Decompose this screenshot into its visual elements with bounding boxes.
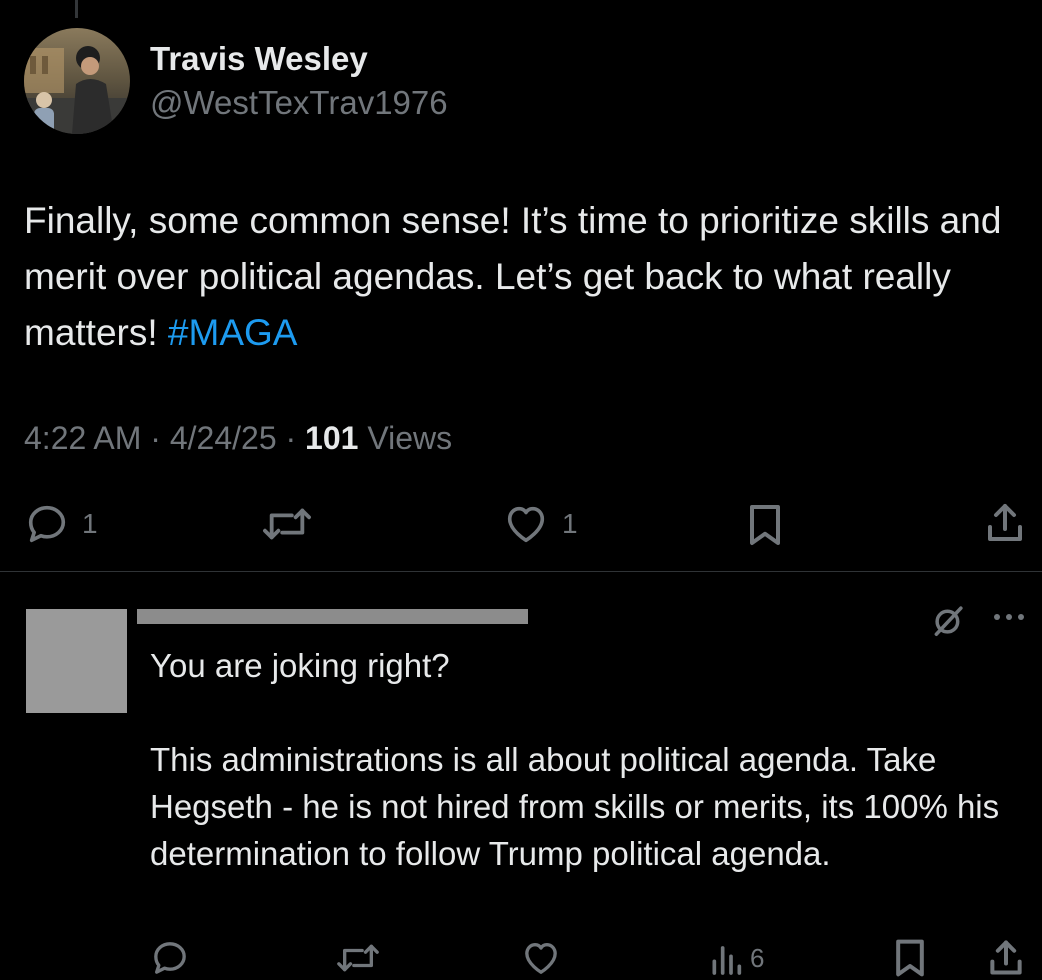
reply-views-button[interactable]: 6 xyxy=(708,938,764,978)
reply-like-button[interactable] xyxy=(520,938,562,978)
bookmark-icon xyxy=(750,505,780,545)
repost-arrows-icon xyxy=(337,944,379,972)
reply-author-name-redacted xyxy=(137,609,528,624)
post-text: Finally, some common sense! It’s time to… xyxy=(24,193,1024,361)
repost-button[interactable] xyxy=(258,501,316,547)
reply-button[interactable]: 1 xyxy=(24,501,98,547)
reply-text: You are joking right? This administratio… xyxy=(150,642,1030,877)
reply-views-count: 6 xyxy=(750,942,765,973)
bookmark-button[interactable] xyxy=(743,501,787,549)
reply-author-avatar-redacted xyxy=(26,609,127,713)
share-button[interactable] xyxy=(983,499,1027,547)
hashtag-link[interactable]: #MAGA xyxy=(168,312,298,353)
reply-bookmark-button[interactable] xyxy=(890,936,930,980)
speech-bubble-icon xyxy=(28,505,66,543)
repost-arrows-icon xyxy=(263,508,311,540)
ellipsis-icon xyxy=(994,614,1024,620)
reply-line-2: This administrations is all about politi… xyxy=(150,741,1000,872)
heart-icon xyxy=(507,506,545,543)
meta-separator: · xyxy=(276,420,306,456)
grok-slash-circle-icon xyxy=(934,606,963,636)
like-count: 1 xyxy=(562,508,578,539)
more-options-button[interactable] xyxy=(990,602,1028,637)
meta-separator: · xyxy=(141,420,170,456)
reply-repost-button[interactable] xyxy=(333,938,383,978)
author-display-name[interactable]: Travis Wesley xyxy=(150,40,368,78)
post-time[interactable]: 4:22 AM xyxy=(24,420,141,456)
bookmark-icon xyxy=(896,939,924,977)
post-date[interactable]: 4/24/25 xyxy=(170,420,277,456)
share-upload-icon xyxy=(990,940,1022,975)
reply-line-1: You are joking right? xyxy=(150,647,450,684)
grok-button[interactable] xyxy=(930,601,968,644)
section-divider xyxy=(0,571,1042,572)
speech-bubble-icon xyxy=(154,942,186,974)
author-avatar[interactable] xyxy=(24,28,130,134)
post-metadata: 4:22 AM · 4/24/25 · 101 Views xyxy=(24,420,452,457)
reply-count: 1 xyxy=(82,508,98,539)
bar-chart-icon xyxy=(712,946,742,975)
reply-share-button[interactable] xyxy=(986,936,1026,980)
reply-reply-button[interactable] xyxy=(150,938,190,978)
thread-connector-line xyxy=(75,0,78,18)
share-upload-icon xyxy=(988,504,1022,541)
like-button[interactable]: 1 xyxy=(502,501,578,547)
heart-icon xyxy=(525,943,557,974)
views-count: 101 xyxy=(305,420,359,456)
views-label: Views xyxy=(358,420,453,456)
avatar-photo-icon xyxy=(24,28,130,134)
author-handle[interactable]: @WestTexTrav1976 xyxy=(150,84,448,122)
